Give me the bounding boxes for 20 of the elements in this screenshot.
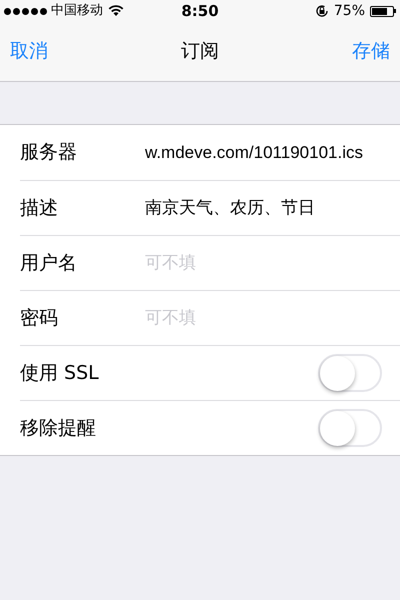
row-label: 服务器: [20, 140, 78, 166]
row-label: 使用 SSL: [20, 360, 100, 386]
status-time: 8:50: [181, 0, 219, 22]
toggle-switch[interactable]: [318, 354, 382, 392]
row-label: 描述: [20, 196, 59, 221]
text-field[interactable]: w.mdeve.com/101190101.ics: [145, 140, 394, 166]
toggle-switch[interactable]: [318, 409, 382, 447]
row-label: 用户名: [20, 250, 78, 276]
row-label: 移除提醒: [20, 416, 97, 441]
carrier-name: 中国移动: [51, 2, 103, 20]
text-field[interactable]: 可不填: [145, 305, 394, 331]
row-label: 密码: [20, 306, 59, 331]
wifi-icon: [108, 5, 124, 17]
text-field[interactable]: 可不填: [145, 250, 394, 276]
text-field[interactable]: 南京天气、农历、节日: [145, 195, 394, 221]
rotation-lock-icon: [314, 4, 329, 18]
page-title: 订阅: [181, 39, 219, 64]
battery-percent: 75%: [334, 2, 365, 20]
battery-icon: [370, 6, 396, 16]
signal-icon: [4, 8, 47, 14]
